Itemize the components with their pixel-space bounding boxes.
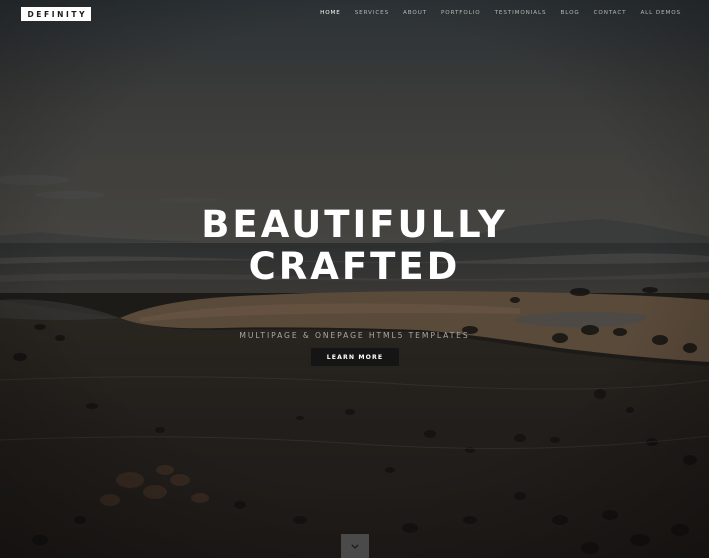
nav-item-services[interactable]: SERVICES bbox=[355, 10, 389, 16]
hero-subtitle: MULTIPAGE & ONEPAGE HTML5 TEMPLATES bbox=[239, 331, 470, 340]
nav-item-all-demos[interactable]: ALL DEMOS bbox=[640, 10, 681, 16]
learn-more-button[interactable]: LEARN MORE bbox=[311, 348, 399, 366]
nav-item-blog[interactable]: BLOG bbox=[561, 10, 580, 16]
logo-text: DEFINITY bbox=[27, 9, 88, 19]
nav-item-home[interactable]: HOME bbox=[320, 10, 341, 16]
nav-item-contact[interactable]: CONTACT bbox=[594, 10, 627, 16]
hero-title-line-1: BEAUTIFULLY bbox=[201, 203, 508, 246]
nav-item-testimonials[interactable]: TESTIMONIALS bbox=[495, 10, 547, 16]
hero-section: DEFINITY HOME SERVICES ABOUT PORTFOLIO T… bbox=[0, 0, 709, 558]
logo[interactable]: DEFINITY bbox=[21, 7, 91, 21]
chevron-down-icon bbox=[351, 543, 359, 549]
main-nav: HOME SERVICES ABOUT PORTFOLIO TESTIMONIA… bbox=[320, 10, 681, 16]
nav-item-portfolio[interactable]: PORTFOLIO bbox=[441, 10, 481, 16]
hero-title-line-2: CRAFTED bbox=[248, 245, 461, 288]
scroll-down-button[interactable] bbox=[341, 534, 369, 558]
nav-item-about[interactable]: ABOUT bbox=[403, 10, 427, 16]
